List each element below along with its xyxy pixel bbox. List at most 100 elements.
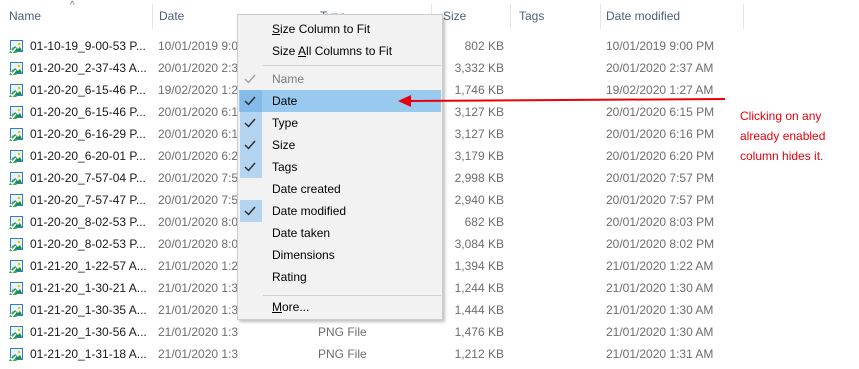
menu-item-label: Type [272,116,299,130]
image-file-icon [9,127,25,142]
menu-item-label-rest: ore... [282,300,310,314]
file-date: 20/01/2020 8:02 [158,237,238,251]
menu-item-label: Date created [272,182,341,196]
file-date-modified: 20/01/2020 7:57 PM [606,193,715,207]
file-date-modified: 20/01/2020 6:16 PM [606,127,715,141]
file-date-modified: 20/01/2020 8:03 PM [606,215,715,229]
menu-item-size-column-to-fit[interactable]: Size Column to Fit [239,18,441,40]
file-name: 01-21-20_1-30-21 A... [30,281,147,295]
image-file-icon [9,193,25,208]
file-name: 01-21-20_1-30-35 A... [30,303,147,317]
checkmark-icon [240,134,262,156]
menu-item-rating[interactable]: Rating [239,266,441,288]
file-date-modified: 20/01/2020 2:37 AM [606,61,714,75]
checkmark-icon [240,156,262,178]
image-file-icon [9,215,25,230]
checkmark-icon [240,200,262,222]
menu-item-label: Date taken [272,226,331,240]
menu-item-label: Size [272,138,296,152]
menu-item-label: More... [272,296,309,318]
menu-item-date-modified[interactable]: Date modified [239,200,441,222]
menu-item-size-all-columns-to-fit[interactable]: Size All Columns to Fit [239,40,441,62]
file-date: 20/01/2020 7:57 [158,193,238,207]
file-date: 21/01/2020 1:22 [158,259,238,273]
file-name: 01-21-20_1-31-18 A... [30,347,147,361]
menu-item-label: Size All Columns to Fit [272,40,392,62]
file-name: 01-20-20_6-16-29 P... [30,127,146,141]
file-date: 20/01/2020 2:37 [158,61,238,75]
file-date: 19/02/2020 1:24 [158,83,238,97]
file-date-modified: 21/01/2020 1:30 AM [606,325,714,339]
file-size: 1,476 KB [454,325,504,339]
file-name: 01-21-20_1-22-57 A... [30,259,147,273]
image-file-icon [9,149,25,164]
annotation-arrow [398,95,726,107]
image-file-icon [9,39,25,54]
file-type: PNG File [318,347,367,361]
access-key-letter: S [272,22,281,36]
file-name: 01-20-20_7-57-04 P... [30,171,146,185]
menu-item-more[interactable]: More... [239,296,441,318]
menu-item-label: Date modified [272,204,347,218]
menu-separator [263,65,441,66]
menu-item-dimensions[interactable]: Dimensions [239,244,441,266]
menu-item-size[interactable]: Size [239,134,441,156]
image-file-icon [9,281,25,296]
menu-item-label: Size Column to Fit [272,18,370,40]
menu-item-label-prefix: Size [272,44,299,58]
file-date: 10/01/2019 9:00 [158,39,238,53]
menu-item-tags[interactable]: Tags [239,156,441,178]
file-date-modified: 20/01/2020 8:02 PM [606,237,715,251]
image-file-icon [9,83,25,98]
image-file-icon [9,105,25,120]
file-name: 01-20-20_6-15-46 P... [30,105,146,119]
column-header-size[interactable]: Size [434,0,509,33]
file-name: 01-20-20_8-02-53 P... [30,215,146,229]
file-date: 20/01/2020 7:57 [158,171,238,185]
file-name: 01-20-20_6-15-46 P... [30,83,146,97]
annotation-arrow-line [406,98,726,102]
checkmark-icon [240,112,262,134]
file-date: 20/01/2020 8:03 [158,215,238,229]
menu-item-name: Name [239,68,441,90]
file-name: 01-10-19_9-00-53 P... [30,39,146,53]
column-header-date-modified-label: Date modified [606,9,681,23]
file-date-modified: 21/01/2020 1:22 AM [606,259,714,273]
image-file-icon [9,61,25,76]
file-date-modified: 20/01/2020 7:57 PM [606,171,715,185]
file-date: 20/01/2020 6:16 [158,127,238,141]
annotation-text: Clicking on any already enabled column h… [740,109,826,163]
column-header-tags[interactable]: Tags [510,0,600,33]
file-date-modified: 20/01/2020 6:20 PM [606,149,715,163]
image-file-icon [9,237,25,252]
file-row[interactable]: 01-21-20_1-31-18 A... 21/01/2020 1:31 AM P… [0,343,745,365]
menu-item-label: Name [272,72,305,86]
file-size: 1,212 KB [454,347,504,361]
image-file-icon [9,303,25,318]
file-name: 01-20-20_8-02-53 P... [30,237,146,251]
column-header-size-label: Size [443,9,467,23]
menu-item-label: Rating [272,270,307,284]
file-date: 21/01/2020 1:30 [158,303,238,317]
file-name: 01-20-20_6-20-01 P... [30,149,146,163]
menu-item-label: Tags [272,160,298,174]
column-header-date-modified[interactable]: Date modified [597,0,742,33]
file-row[interactable]: 01-21-20_1-30-56 A... 21/01/2020 1:30 AM P… [0,321,745,343]
file-date-modified: 21/01/2020 1:31 AM [606,347,714,361]
menu-item-label: Dimensions [272,248,335,262]
column-context-menu: Size Column to Fit Size All Columns to F… [237,14,443,320]
menu-item-label: Date [272,94,298,108]
file-date: 21/01/2020 1:30 AM [158,325,238,339]
column-header-date-label: Date [159,9,185,23]
file-date-modified: 21/01/2020 1:30 AM [606,281,714,295]
file-date: 21/01/2020 1:30 [158,281,238,295]
menu-item-date-taken[interactable]: Date taken [239,222,441,244]
menu-item-type[interactable]: Type [239,112,441,134]
image-file-icon [9,325,25,340]
column-divider[interactable] [743,4,744,29]
column-header-name[interactable]: Name [0,0,152,33]
image-file-icon [9,171,25,186]
column-header-date[interactable]: Date [150,0,240,33]
menu-item-date-created[interactable]: Date created [239,178,441,200]
file-date-modified: 21/01/2020 1:30 AM [606,303,714,317]
